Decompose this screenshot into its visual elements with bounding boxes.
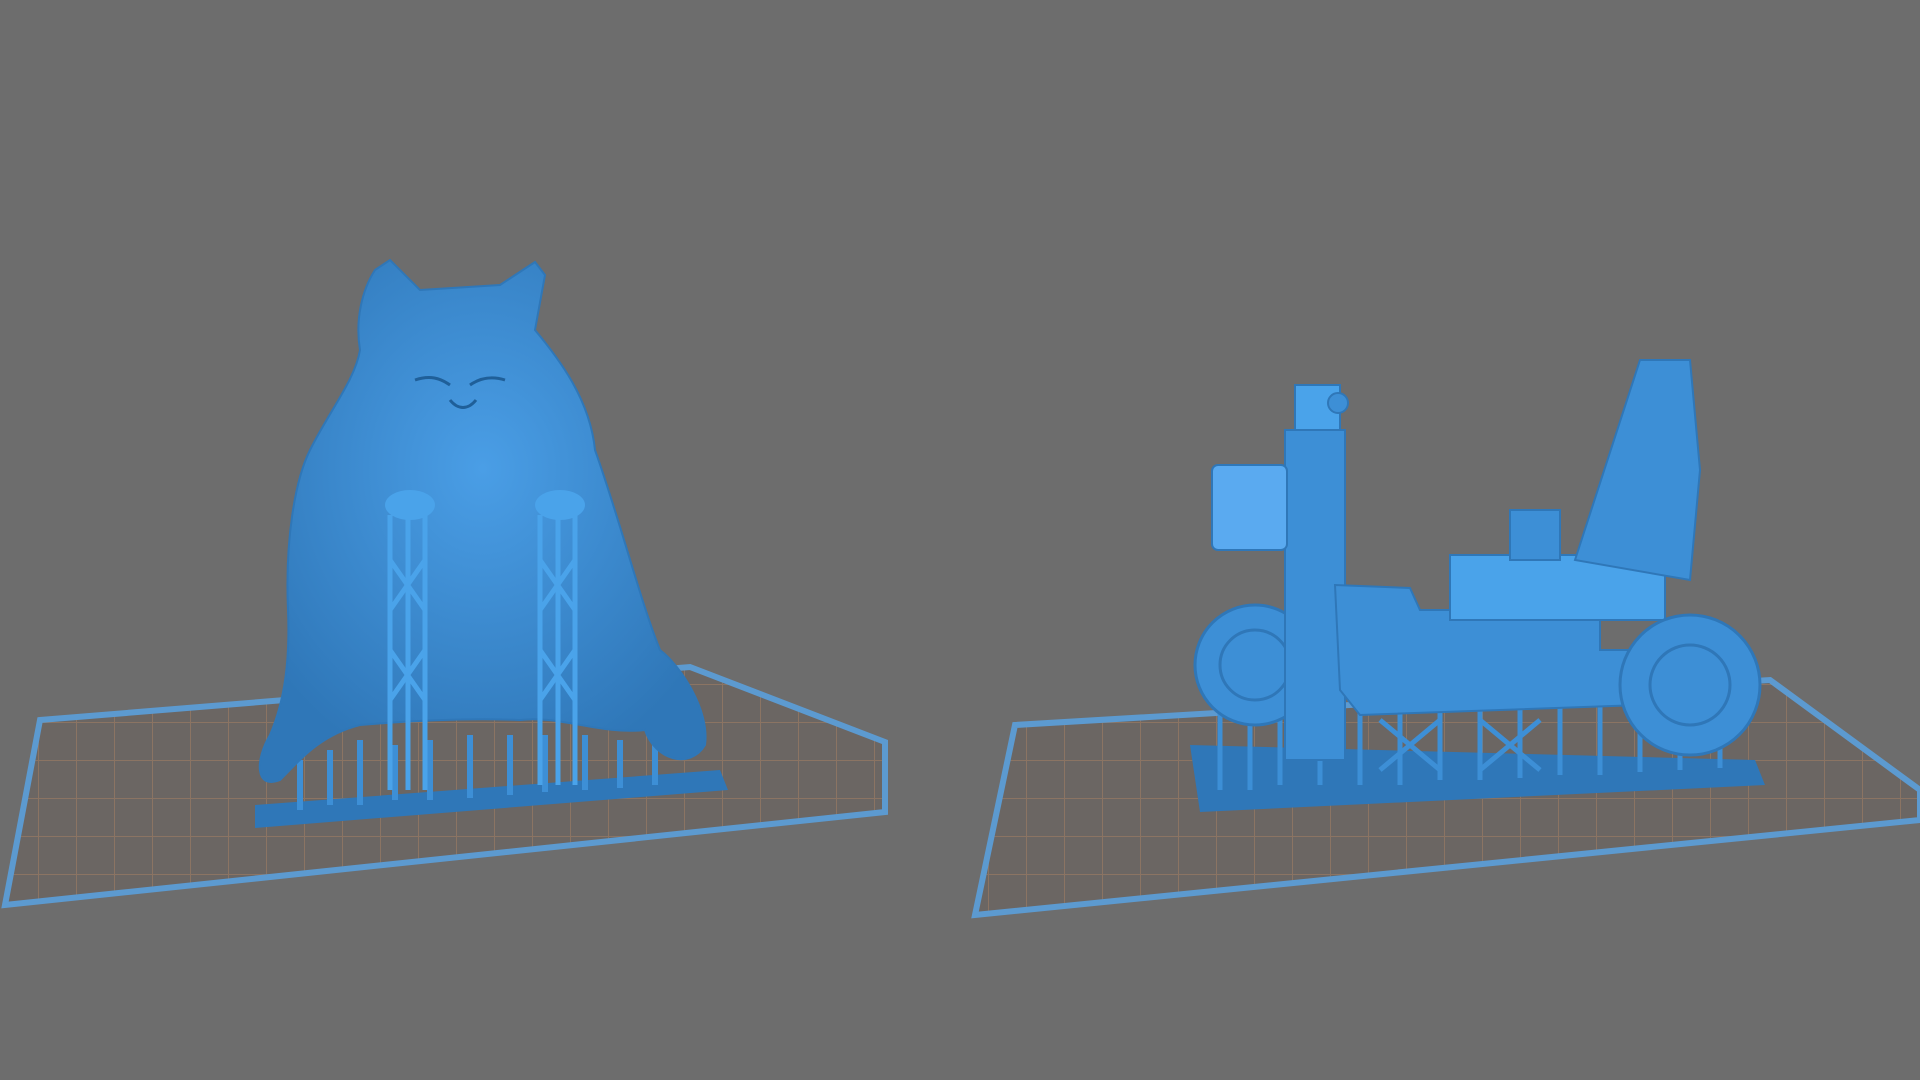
viewport-canvas[interactable] [0,0,1920,1080]
3d-viewport[interactable] [0,0,1920,1080]
